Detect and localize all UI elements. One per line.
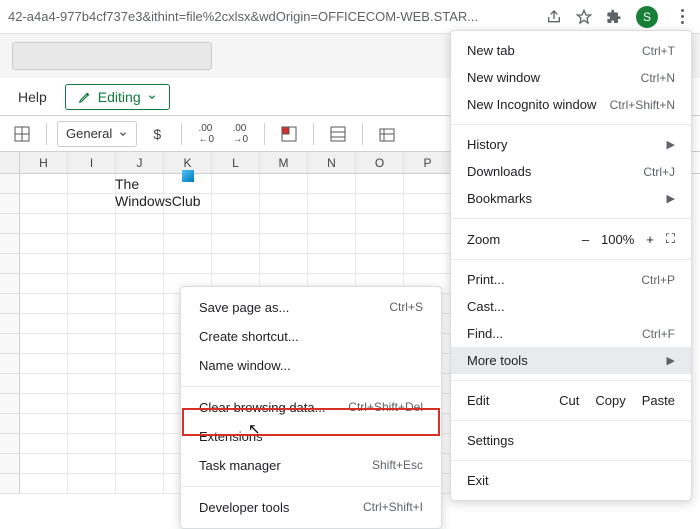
col-header[interactable]: L <box>212 152 260 173</box>
increase-decimal-button[interactable]: .00→0 <box>226 120 254 148</box>
chevron-right-icon: ▶ <box>667 354 675 367</box>
zoom-value: 100% <box>601 232 634 247</box>
separator <box>313 123 314 145</box>
col-header[interactable]: O <box>356 152 404 173</box>
zoom-out-button[interactable]: – <box>582 232 589 247</box>
menu-find[interactable]: Find...Ctrl+F <box>451 320 691 347</box>
menu-separator <box>451 420 691 421</box>
chrome-main-menu: New tabCtrl+T New windowCtrl+N New Incog… <box>450 30 692 501</box>
menu-separator <box>451 259 691 260</box>
col-header[interactable]: N <box>308 152 356 173</box>
menu-history[interactable]: History▶ <box>451 131 691 158</box>
col-header[interactable]: J <box>116 152 164 173</box>
menu-separator <box>181 486 441 487</box>
chrome-menu-button[interactable] <box>672 9 692 24</box>
border-button[interactable] <box>8 120 36 148</box>
insert-button[interactable] <box>373 120 401 148</box>
edit-copy[interactable]: Copy <box>595 393 625 408</box>
menu-settings[interactable]: Settings <box>451 427 691 454</box>
menu-new-tab[interactable]: New tabCtrl+T <box>451 37 691 64</box>
menu-new-window[interactable]: New windowCtrl+N <box>451 64 691 91</box>
submenu-name-window[interactable]: Name window... <box>181 351 441 380</box>
submenu-task-manager[interactable]: Task managerShift+Esc <box>181 451 441 480</box>
edit-paste[interactable]: Paste <box>642 393 675 408</box>
menu-cast[interactable]: Cast... <box>451 293 691 320</box>
menu-zoom: Zoom – 100% + ⛶ <box>451 225 691 253</box>
separator <box>264 123 265 145</box>
chevron-down-icon <box>118 129 128 139</box>
star-icon[interactable] <box>576 9 592 25</box>
submenu-extensions[interactable]: Extensions <box>181 422 441 451</box>
decrease-decimal-button[interactable]: .00←0 <box>192 120 220 148</box>
submenu-developer-tools[interactable]: Developer toolsCtrl+Shift+I <box>181 493 441 522</box>
help-menu[interactable]: Help <box>8 85 57 109</box>
separator <box>362 123 363 145</box>
mouse-cursor-icon: ↖ <box>248 420 261 438</box>
submenu-clear-data[interactable]: Clear browsing data...Ctrl+Shift+Del <box>181 393 441 422</box>
menu-separator <box>451 124 691 125</box>
extensions-puzzle-icon[interactable] <box>606 9 622 25</box>
col-header[interactable]: H <box>20 152 68 173</box>
document-title-input[interactable] <box>12 42 212 70</box>
zoom-in-button[interactable]: + <box>646 232 654 247</box>
submenu-save-page[interactable]: Save page as...Ctrl+S <box>181 293 441 322</box>
col-header[interactable]: I <box>68 152 116 173</box>
logo-text: The WindowsClub <box>115 176 201 210</box>
fullscreen-icon[interactable]: ⛶ <box>666 231 675 247</box>
menu-more-tools[interactable]: More tools▶ <box>451 347 691 374</box>
more-tools-submenu: Save page as...Ctrl+S Create shortcut...… <box>180 286 442 529</box>
editing-mode-button[interactable]: Editing <box>65 84 170 110</box>
cell-styles-button[interactable] <box>324 120 352 148</box>
share-icon[interactable] <box>546 9 562 25</box>
number-format-select[interactable]: General <box>57 121 137 147</box>
pencil-icon <box>78 90 92 104</box>
browser-address-bar: 42-a4a4-977b4cf737e3&ithint=file%2cxlsx&… <box>0 0 700 34</box>
profile-avatar[interactable]: S <box>636 6 658 28</box>
chevron-down-icon <box>147 92 157 102</box>
menu-separator <box>451 460 691 461</box>
browser-actions: S <box>546 6 692 28</box>
edit-cut[interactable]: Cut <box>559 393 579 408</box>
separator <box>181 123 182 145</box>
cell-format-button[interactable] <box>275 120 303 148</box>
chevron-right-icon: ▶ <box>667 192 675 205</box>
menu-exit[interactable]: Exit <box>451 467 691 494</box>
menu-separator <box>181 386 441 387</box>
menu-separator <box>451 218 691 219</box>
col-header[interactable]: P <box>404 152 452 173</box>
menu-separator <box>451 380 691 381</box>
separator <box>46 123 47 145</box>
menu-edit-row: Edit Cut Copy Paste <box>451 387 691 414</box>
submenu-create-shortcut[interactable]: Create shortcut... <box>181 322 441 351</box>
menu-downloads[interactable]: DownloadsCtrl+J <box>451 158 691 185</box>
chevron-right-icon: ▶ <box>667 138 675 151</box>
menu-print[interactable]: Print...Ctrl+P <box>451 266 691 293</box>
currency-button[interactable]: $ <box>143 120 171 148</box>
col-header[interactable]: M <box>260 152 308 173</box>
url-text: 42-a4a4-977b4cf737e3&ithint=file%2cxlsx&… <box>8 9 478 24</box>
menu-bookmarks[interactable]: Bookmarks▶ <box>451 185 691 212</box>
menu-new-incognito[interactable]: New Incognito windowCtrl+Shift+N <box>451 91 691 118</box>
